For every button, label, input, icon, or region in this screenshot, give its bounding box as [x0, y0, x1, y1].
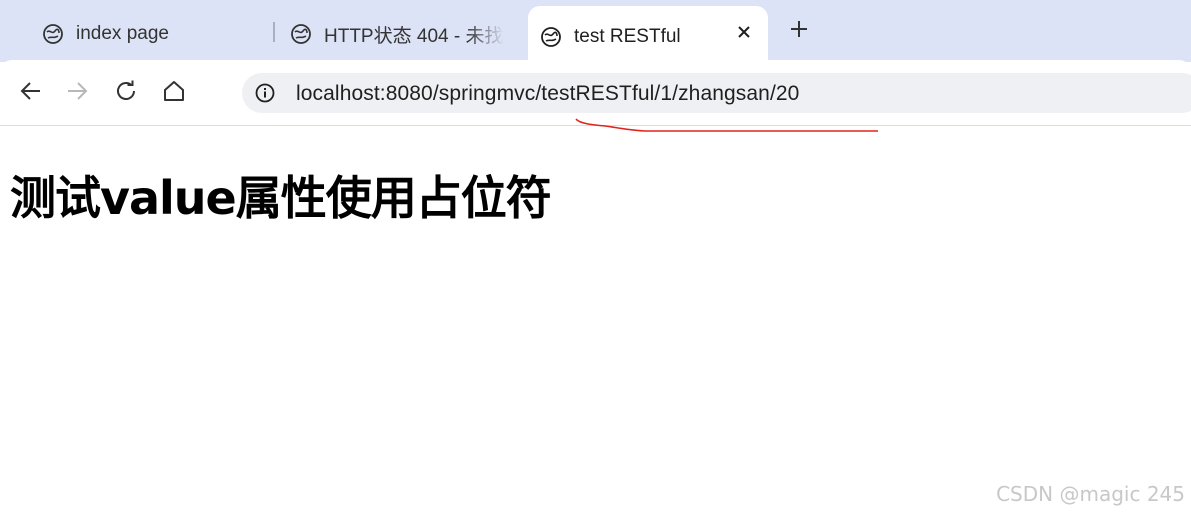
home-icon — [164, 81, 184, 101]
reload-icon — [117, 80, 135, 100]
forward-button[interactable] — [63, 77, 91, 105]
tab-separator — [273, 22, 275, 42]
tab-title: HTTP状态 404 - 未找到 — [324, 25, 504, 47]
info-icon[interactable] — [254, 82, 276, 104]
page-heading: 测试value属性使用占位符 — [10, 171, 552, 225]
address-bar[interactable]: localhost:8080/springmvc/testRESTful/1/z… — [242, 73, 1191, 113]
tab-title: test RESTful — [574, 26, 681, 47]
reload-button[interactable] — [112, 77, 140, 105]
tab-test-restful[interactable]: test RESTful — [528, 6, 768, 68]
tab-title: index page — [76, 23, 169, 44]
url-text[interactable]: localhost:8080/springmvc/testRESTful/1/z… — [296, 82, 799, 106]
tab-strip: index page HTTP状态 404 - 未找到 test RESTful — [0, 0, 1191, 68]
globe-icon — [290, 23, 312, 45]
home-button[interactable] — [160, 77, 188, 105]
new-tab-button[interactable] — [784, 14, 814, 44]
tab-index-page[interactable]: index page — [42, 6, 267, 62]
globe-icon — [540, 26, 562, 48]
globe-icon — [42, 23, 64, 45]
forward-arrow-icon — [68, 82, 88, 100]
tab-http-404[interactable]: HTTP状态 404 - 未找到 — [290, 6, 510, 62]
watermark: CSDN @magic 245 — [996, 482, 1185, 506]
plus-icon — [791, 21, 807, 37]
close-icon[interactable] — [732, 20, 756, 44]
page-content: 测试value属性使用占位符 CSDN @magic 245 — [0, 127, 1191, 514]
back-arrow-icon — [20, 82, 40, 100]
back-button[interactable] — [17, 77, 45, 105]
